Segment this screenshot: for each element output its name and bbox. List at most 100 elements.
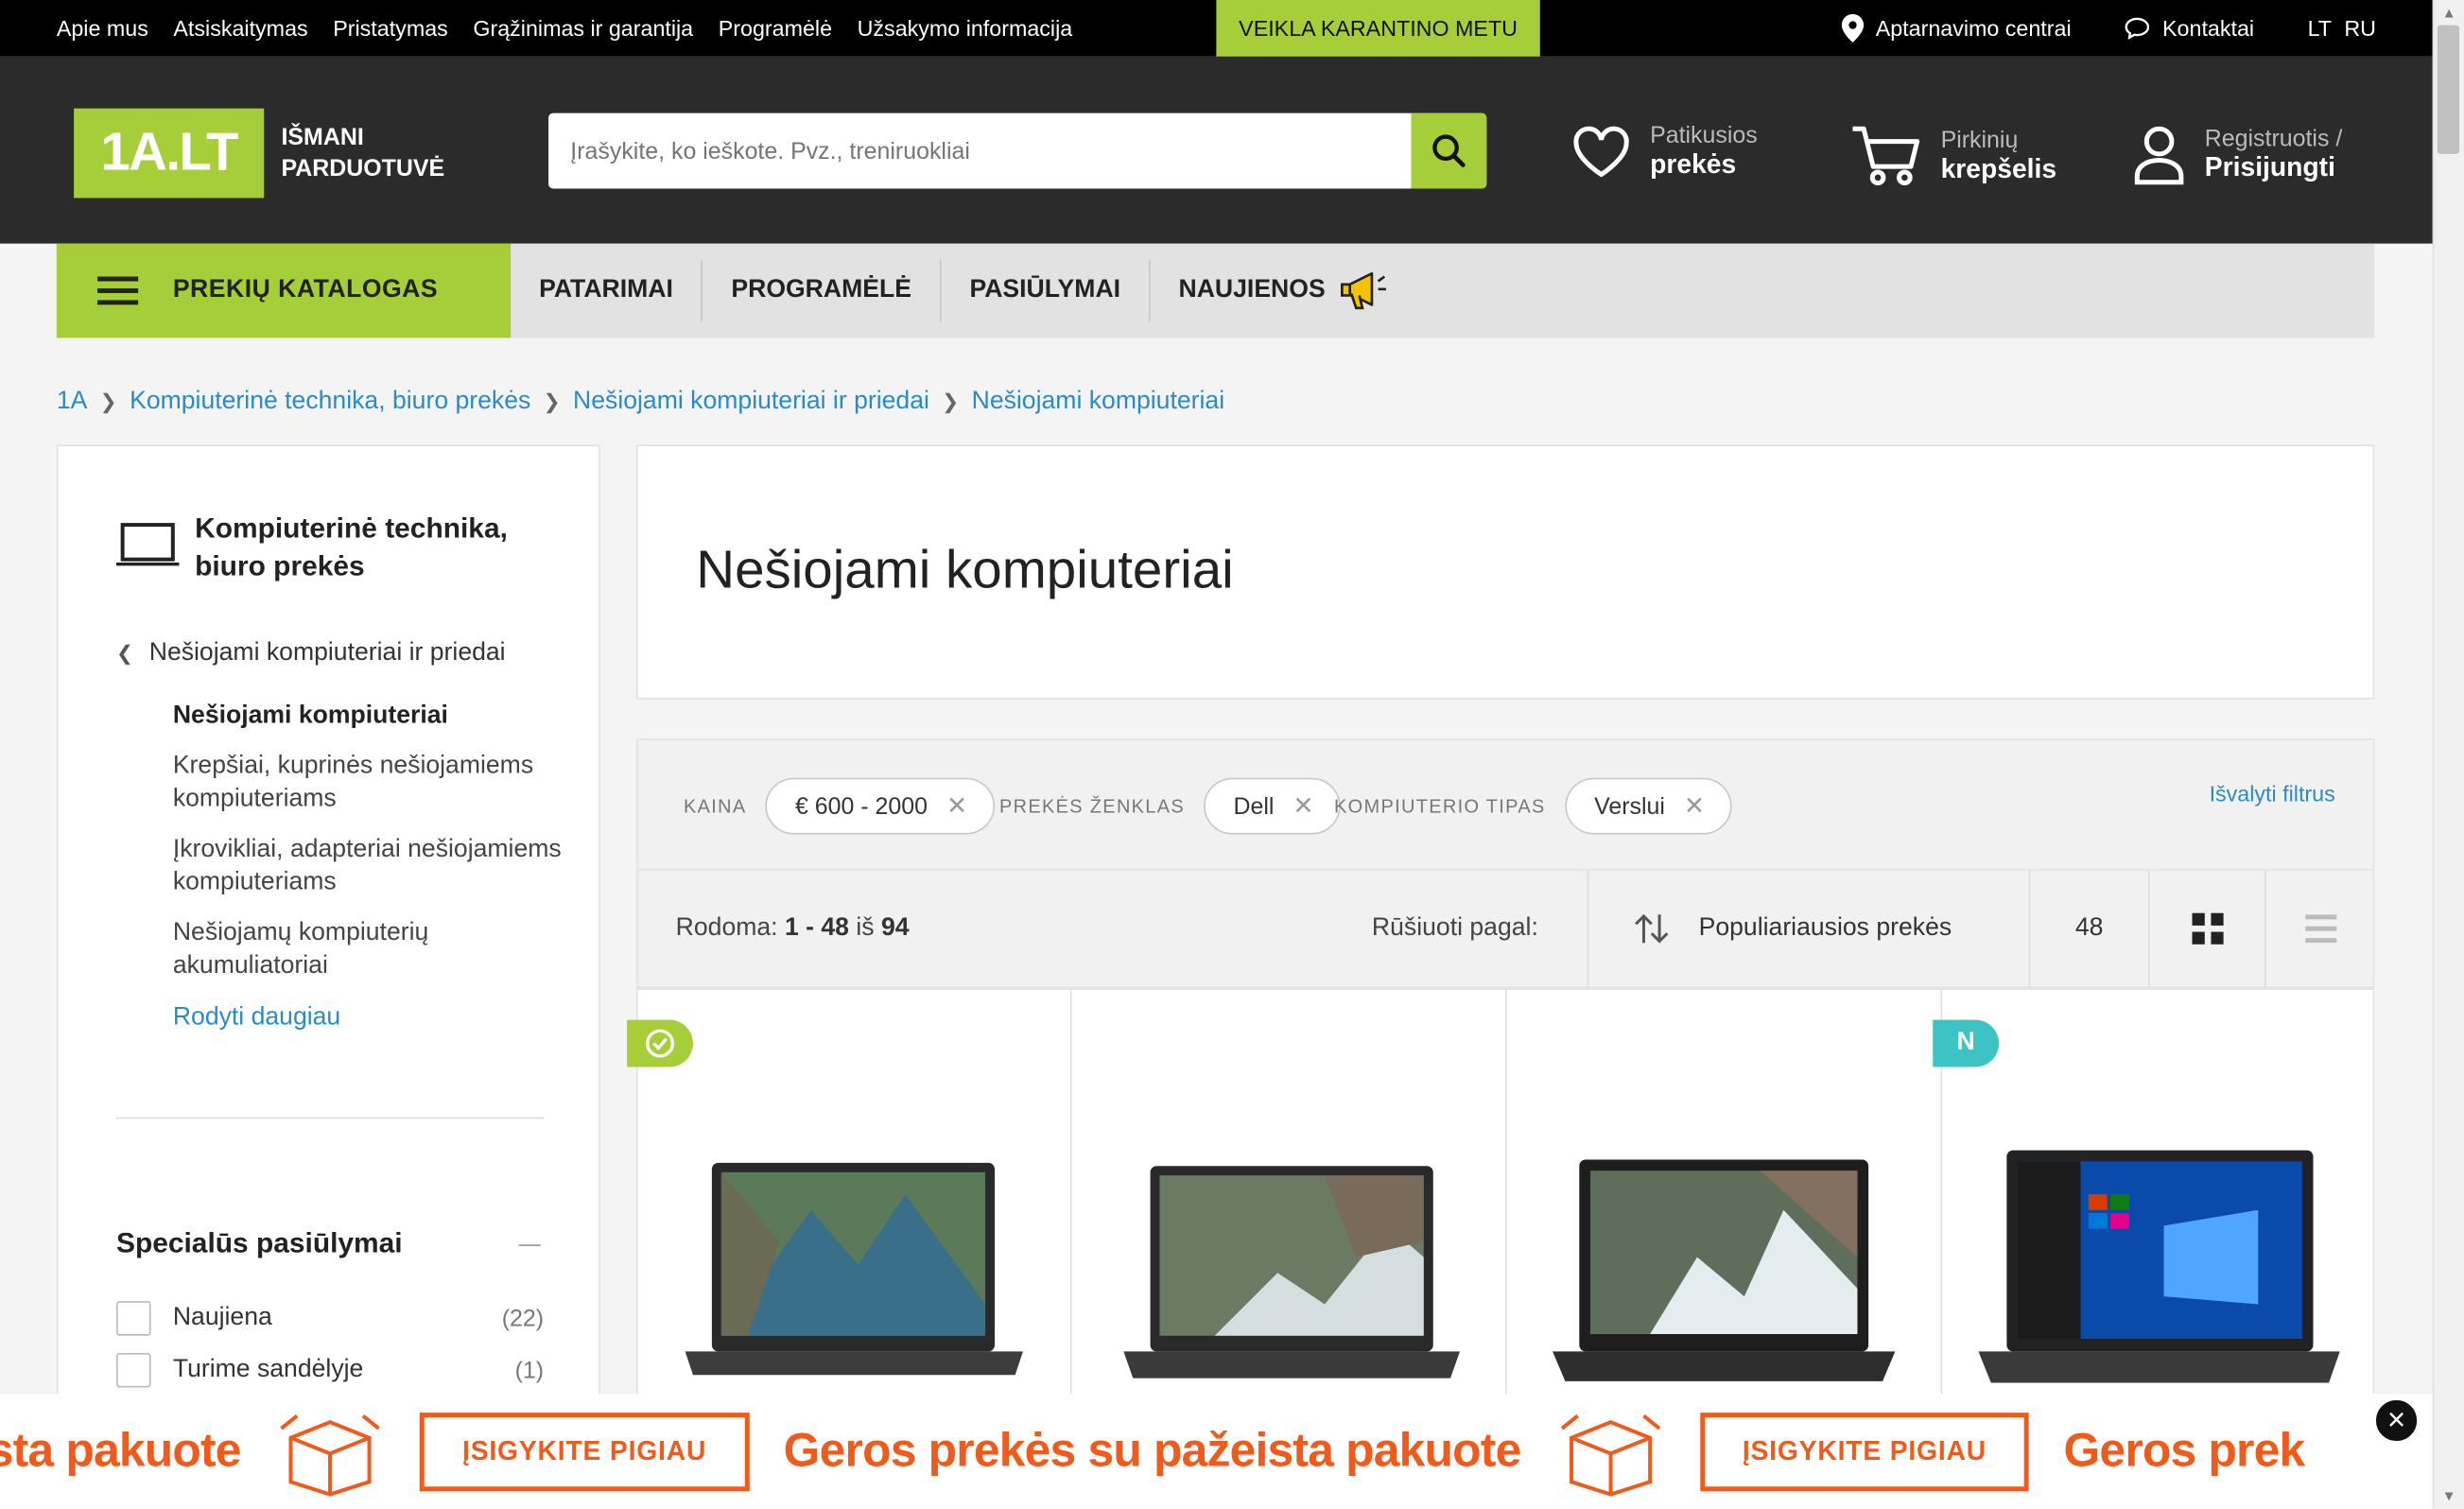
search-button[interactable] xyxy=(1411,113,1487,189)
quarantine-link[interactable]: VEIKLA KARANTINO METU xyxy=(1216,0,1540,57)
main-nav: PREKIŲ KATALOGAS PATARIMAI PROGRAMĖLĖ PA… xyxy=(56,243,2375,338)
laptop-image xyxy=(1123,1166,1460,1379)
filter-chip[interactable]: € 600 - 2000 ✕ xyxy=(765,777,995,835)
heart-icon xyxy=(1573,125,1629,177)
active-filters: KAINA € 600 - 2000 ✕ PREKĖS ŽENKLAS Dell… xyxy=(636,738,2375,871)
product-card[interactable] xyxy=(1509,990,1943,1423)
checkbox-count: (1) xyxy=(514,1357,545,1384)
nav-news[interactable]: NAUJIENOS xyxy=(1151,259,1416,321)
cart-link[interactable]: Pirkinių krepšelis xyxy=(1849,123,2056,189)
scroll-down-icon[interactable]: ▼ xyxy=(2442,1488,2456,1504)
service-centers-link[interactable]: Aptarnavimo centrai xyxy=(1841,13,2072,43)
chat-bubble-icon xyxy=(2125,17,2150,40)
filter-chip[interactable]: Verslui ✕ xyxy=(1564,777,1732,835)
sort-bar: Rodoma: 1 - 48 iš 94 Rūšiuoti pagal: Pop… xyxy=(636,869,2375,989)
collapse-icon[interactable] xyxy=(518,1244,541,1246)
product-card[interactable] xyxy=(1073,990,1507,1423)
service-centers-label: Aptarnavimo centrai xyxy=(1875,15,2072,42)
chevron-right-icon: ❯ xyxy=(543,390,561,414)
breadcrumb-home[interactable]: 1A xyxy=(57,389,88,417)
link-payment[interactable]: Atsiskaitymas xyxy=(173,16,307,42)
scrollbar-thumb[interactable] xyxy=(2437,25,2460,154)
promo-button[interactable]: ĮSIGYKITE PIGIAU xyxy=(420,1412,750,1491)
sidebar-back-link[interactable]: ❮ Nešiojami kompiuteriai ir priedai xyxy=(116,639,506,668)
contacts-link[interactable]: Kontaktai xyxy=(2125,16,2254,41)
promo-text[interactable]: Geros prekės su pažeista pakuote xyxy=(784,1425,1522,1479)
site-header: 1A.LT IŠMANI PARDUOTUVĖ Patikusios prekė… xyxy=(0,56,2433,244)
link-returns[interactable]: Grąžinimas ir garantija xyxy=(473,16,693,42)
breadcrumb: 1A ❯ Kompiuterinė technika, biuro prekės… xyxy=(57,389,1224,417)
lang-ru[interactable]: RU xyxy=(2344,16,2376,42)
checkbox[interactable] xyxy=(115,1301,151,1336)
language-switch: LT RU xyxy=(2308,16,2376,42)
filter-brand: PREKĖS ŽENKLAS Dell ✕ xyxy=(999,777,1341,835)
product-card[interactable] xyxy=(627,990,1072,1423)
sidebar-item-laptops[interactable]: Nešiojami kompiuteriai xyxy=(173,700,566,733)
check-circle-icon xyxy=(646,1029,674,1058)
laptop-image xyxy=(1553,1159,1896,1381)
link-order-info[interactable]: Užsakymo informacija xyxy=(858,16,1073,42)
sidebar-title-1: Kompiuterinė technika, xyxy=(195,512,508,545)
nav-offers[interactable]: PASIŪLYMAI xyxy=(942,259,1151,322)
results-total: 94 xyxy=(880,914,910,942)
search-icon xyxy=(1432,134,1466,167)
results-prefix: Rodoma: xyxy=(675,914,778,942)
catalog-button[interactable]: PREKIŲ KATALOGAS xyxy=(56,243,512,338)
megaphone-icon xyxy=(1341,271,1387,310)
scroll-up-icon[interactable]: ▲ xyxy=(2442,5,2456,21)
new-badge: N xyxy=(1933,1019,2000,1067)
breadcrumb-computers[interactable]: Kompiuterinė technika, biuro prekės xyxy=(130,389,530,417)
grid-view-icon xyxy=(2191,912,2223,945)
remove-filter-icon[interactable]: ✕ xyxy=(1684,790,1705,822)
tagline-line-1: IŠMANI xyxy=(281,124,364,151)
promo-text[interactable]: eista pakuote xyxy=(0,1425,242,1479)
search-input[interactable] xyxy=(548,113,1410,189)
nav-app[interactable]: PROGRAMĖLĖ xyxy=(703,259,942,322)
promo-button[interactable]: ĮSIGYKITE PIGIAU xyxy=(1699,1412,2029,1491)
link-delivery[interactable]: Pristatymas xyxy=(333,16,448,42)
link-app[interactable]: Programėlė xyxy=(719,16,832,42)
clear-filters-link[interactable]: Išvalyti filtrus xyxy=(2210,781,2335,807)
favorites-small: Patikusios xyxy=(1650,122,1758,149)
lang-lt[interactable]: LT xyxy=(2308,16,2332,42)
nav-tips[interactable]: PATARIMAI xyxy=(511,259,703,322)
sidebar-divider xyxy=(115,1117,545,1119)
favorites-link[interactable]: Patikusios prekės xyxy=(1571,123,1758,181)
filter-chip[interactable]: Dell ✕ xyxy=(1203,777,1341,835)
sort-select[interactable]: Populiariausios prekės xyxy=(1587,870,2029,987)
tagline-line-2: PARDUOTUVĖ xyxy=(281,155,445,182)
nav-news-label: NAUJIENOS xyxy=(1178,276,1326,304)
remove-filter-icon[interactable]: ✕ xyxy=(1293,790,1313,822)
close-icon[interactable]: × xyxy=(2372,1396,2421,1445)
logo[interactable]: 1A.LT xyxy=(74,108,265,199)
per-page-select[interactable]: 48 xyxy=(2028,870,2148,987)
special-offers-title[interactable]: Specialūs pasiūlymai xyxy=(116,1227,403,1260)
chevron-right-icon: ❯ xyxy=(942,390,960,414)
list-view-button[interactable] xyxy=(2264,870,2374,987)
show-more-link[interactable]: Rodyti daugiau xyxy=(173,1004,566,1032)
link-about[interactable]: Apie mus xyxy=(57,16,148,42)
search-box xyxy=(548,113,1487,189)
grid-view-button[interactable] xyxy=(2147,870,2264,987)
sidebar-item-chargers[interactable]: Įkrovikliai, adapteriai nešiojamiems kom… xyxy=(173,833,566,899)
breadcrumb-laptops[interactable]: Nešiojami kompiuteriai xyxy=(972,389,1225,417)
top-bar: Apie mus Atsiskaitymas Pristatymas Grąži… xyxy=(0,0,2433,57)
damaged-box-icon xyxy=(280,1414,381,1496)
product-card[interactable]: N xyxy=(1933,990,2378,1422)
remove-filter-icon[interactable]: ✕ xyxy=(946,790,967,822)
page-scrollbar[interactable]: ▲ ▼ xyxy=(2432,0,2464,1509)
results-range: 1 - 48 xyxy=(784,914,849,942)
account-link[interactable]: Registruotis / Prisijungti xyxy=(2132,123,2342,185)
filter-new[interactable]: Naujiena (22) xyxy=(115,1301,544,1336)
sidebar-item-batteries[interactable]: Nešiojamų kompiuterių akumuliatoriai xyxy=(173,916,566,982)
laptop-icon xyxy=(115,523,180,566)
promo-text[interactable]: Geros prek xyxy=(2063,1425,2305,1479)
filter-in-stock[interactable]: Turime sandėlyje (1) xyxy=(115,1352,545,1388)
promo-track: eista pakuote ĮSIGYKITE PIGIAU Geros pre… xyxy=(0,1394,2305,1508)
filter-value: € 600 - 2000 xyxy=(794,792,928,820)
verified-badge xyxy=(627,1019,693,1067)
sidebar-item-bags[interactable]: Krepšiai, kuprinės nešiojamiems kompiute… xyxy=(173,750,566,816)
checkbox[interactable] xyxy=(115,1352,151,1388)
chevron-right-icon: ❯ xyxy=(99,390,117,414)
breadcrumb-laptops-accessories[interactable]: Nešiojami kompiuteriai ir priedai xyxy=(573,389,929,417)
